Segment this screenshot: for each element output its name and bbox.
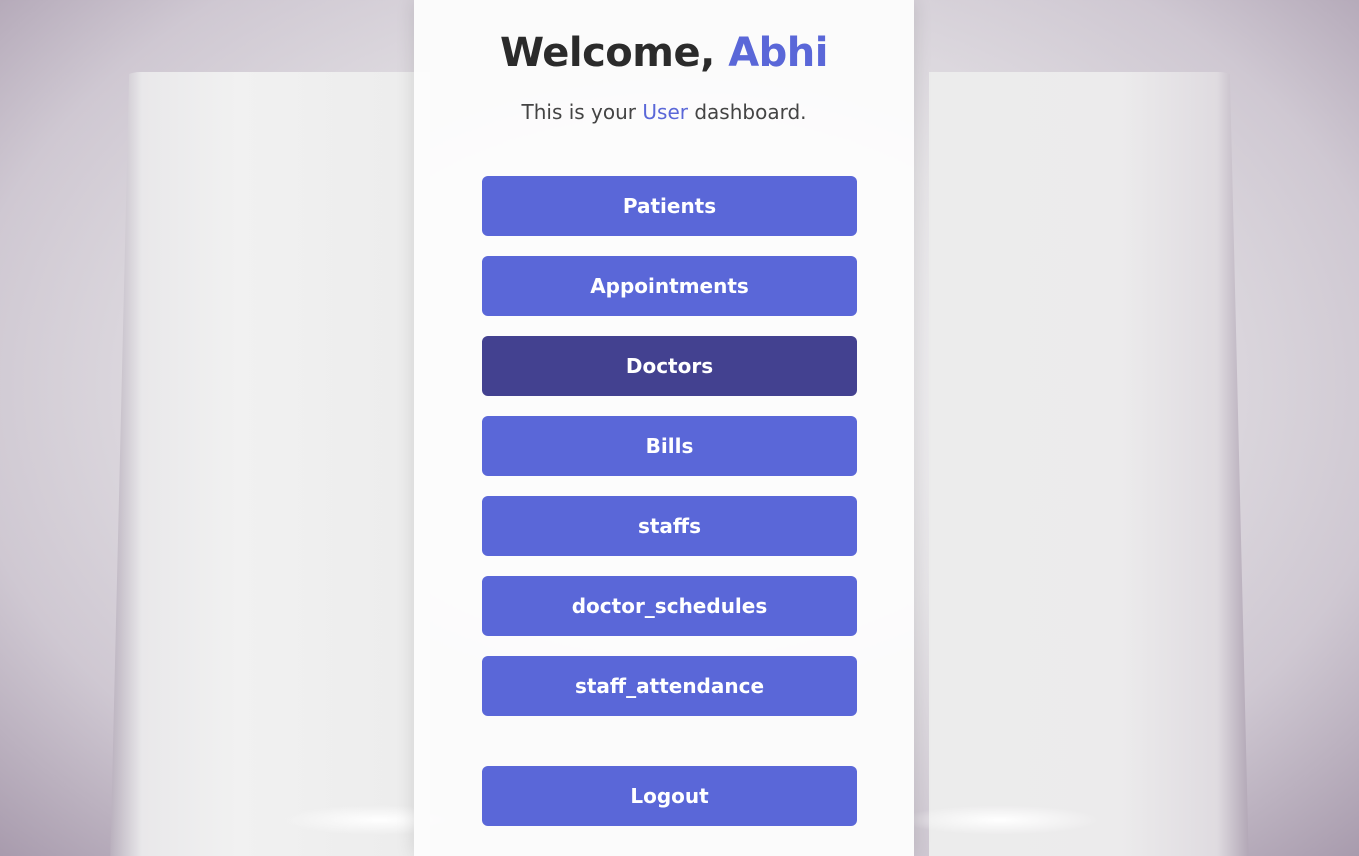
logout-button[interactable]: Logout xyxy=(482,766,857,826)
appointments-button[interactable]: Appointments xyxy=(482,256,857,316)
subtitle-before: This is your xyxy=(521,100,643,124)
backdrop-sweep-right xyxy=(929,72,1249,856)
patients-button[interactable]: Patients xyxy=(482,176,857,236)
staffs-button[interactable]: staffs xyxy=(482,496,857,556)
doctors-button[interactable]: Doctors xyxy=(482,336,857,396)
staff-attendance-button[interactable]: staff_attendance xyxy=(482,656,857,716)
welcome-heading: Welcome, Abhi xyxy=(414,30,914,76)
dashboard-subtitle: This is your User dashboard. xyxy=(414,100,914,124)
bills-button[interactable]: Bills xyxy=(482,416,857,476)
backdrop-sweep-left xyxy=(110,72,430,856)
backdrop-glow-right xyxy=(900,805,1100,835)
welcome-prefix: Welcome, xyxy=(500,30,729,76)
user-name: Abhi xyxy=(728,30,828,76)
subtitle-after: dashboard. xyxy=(687,100,807,124)
user-role: User xyxy=(642,100,688,124)
doctor-schedules-button[interactable]: doctor_schedules xyxy=(482,576,857,636)
dashboard-card: Welcome, Abhi This is your User dashboar… xyxy=(414,0,914,856)
